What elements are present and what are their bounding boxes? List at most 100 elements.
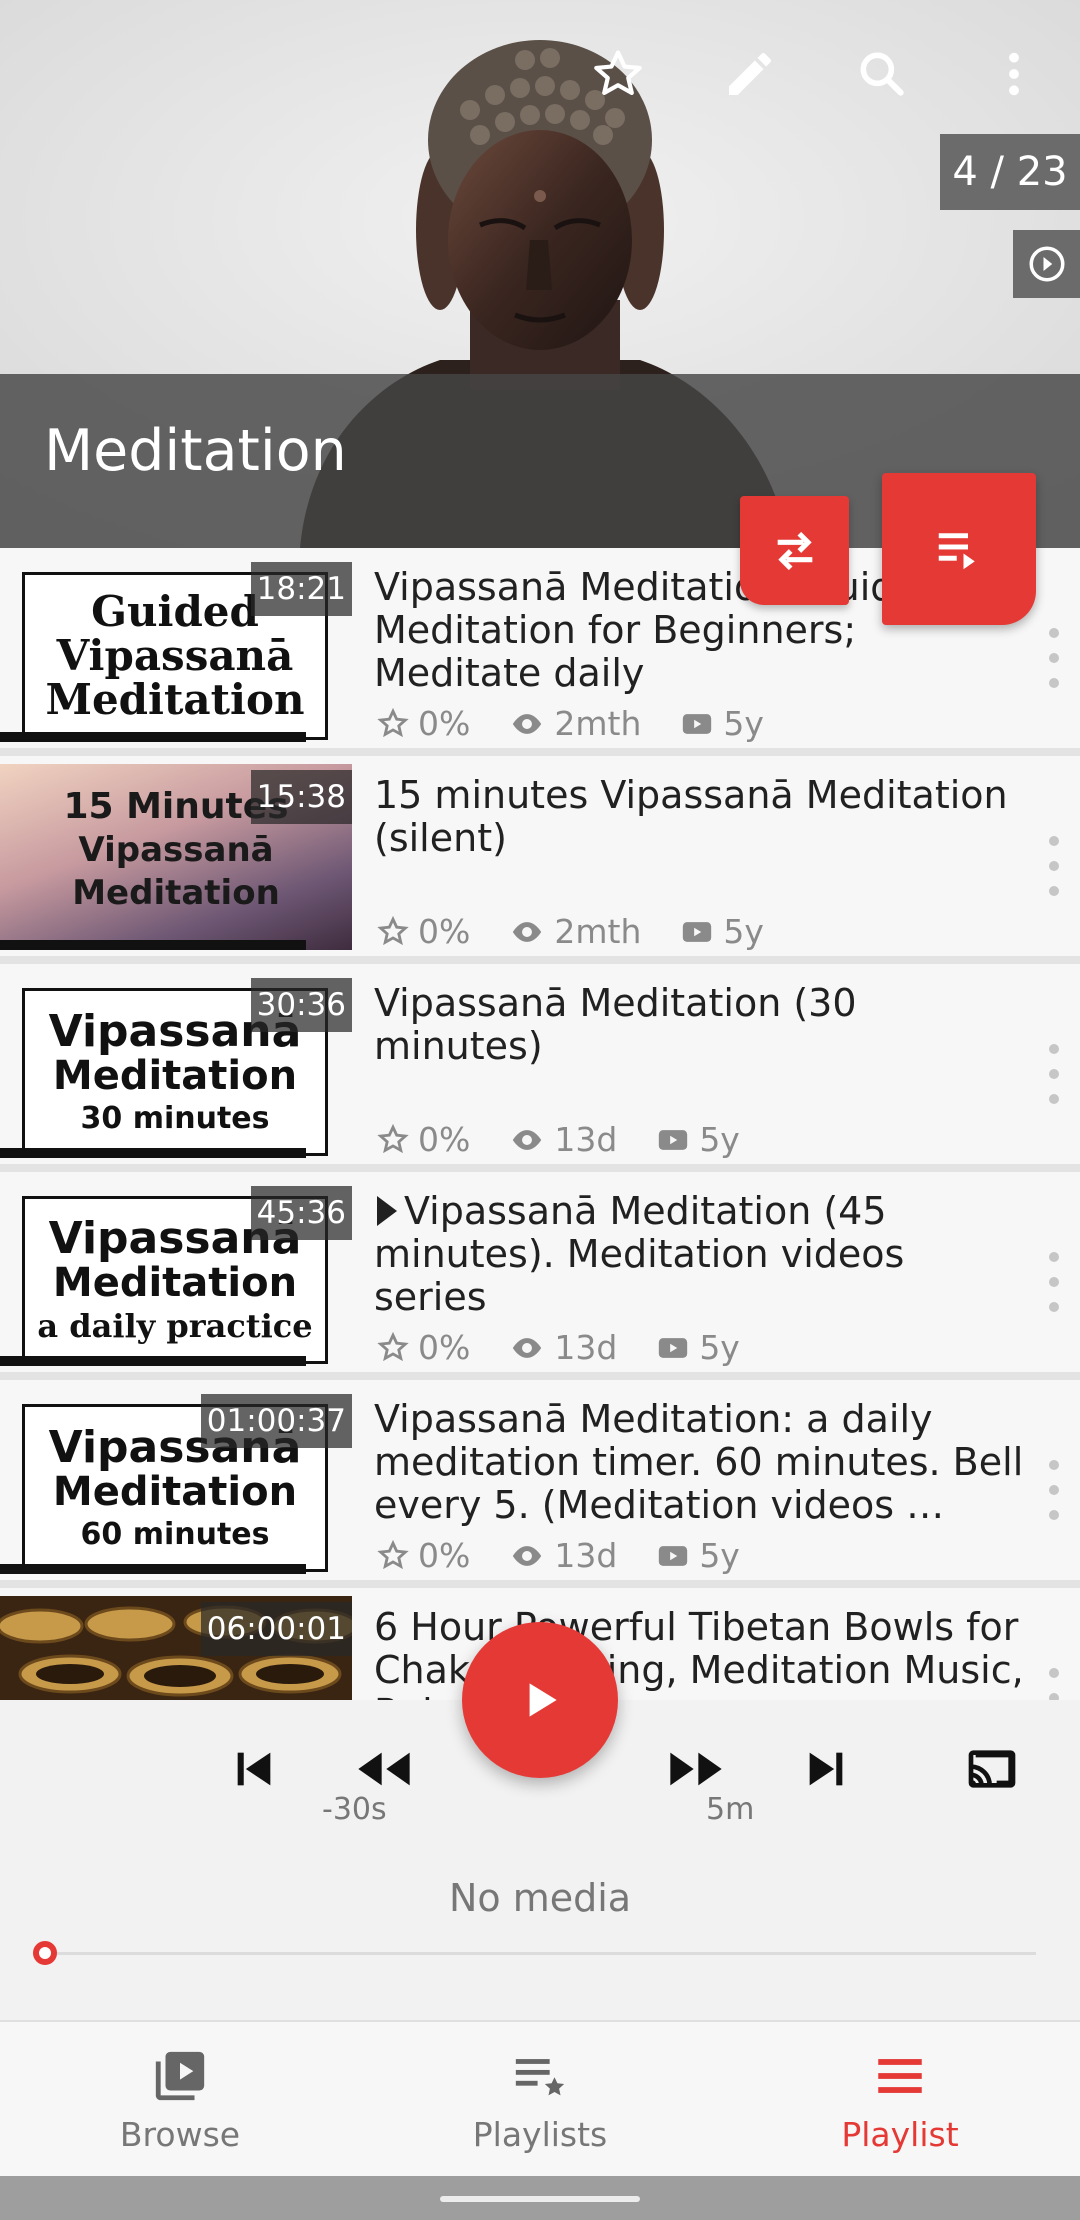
player-status: No media (448, 1876, 632, 1920)
youtube-icon (659, 1129, 688, 1150)
video-meta: 0% 13d 5y (376, 1328, 740, 1367)
cast-icon (968, 1750, 1016, 1788)
duration-badge: 18:21 (250, 562, 352, 616)
thumb-text: 30 minutes (80, 1101, 270, 1137)
fast-forward-icon (670, 1752, 722, 1786)
list-item[interactable]: Vipassanā Meditation 60 minutes 01:00:37… (0, 1380, 1080, 1580)
uploaded-text: 5y (699, 1536, 740, 1575)
video-thumbnail[interactable]: 06:00:01 (0, 1596, 352, 1700)
uploaded-text: 5y (723, 704, 764, 743)
playlist-play-button[interactable] (882, 473, 1036, 625)
video-title: Vipassanā Meditation (45 minutes). Medit… (374, 1190, 1024, 1319)
nav-playlists-label: Playlists (472, 2114, 608, 2154)
duration-badge: 15:38 (250, 770, 352, 824)
video-meta: 0% 2mth 5y (376, 704, 764, 743)
thumb-text: 60 minutes (80, 1517, 270, 1553)
item-more-icon[interactable] (1042, 628, 1066, 688)
video-meta: 0% 13d 5y (376, 1120, 740, 1159)
video-thumbnail[interactable]: 15 Minutes Vipassanā Meditation 15:38 (0, 764, 352, 950)
video-thumbnail[interactable]: Vipassanā Meditation 60 minutes 01:00:37 (0, 1388, 352, 1574)
list-item[interactable]: 15 Minutes Vipassanā Meditation 15:38 15… (0, 756, 1080, 956)
youtube-icon (659, 1337, 688, 1358)
thumb-text: Vipassanā (78, 830, 274, 870)
youtube-icon (683, 921, 712, 942)
star-outline-icon (377, 1123, 409, 1153)
nav-playlists[interactable]: Playlists (360, 2022, 720, 2178)
progress-text: 0% (418, 704, 471, 743)
thumb-text: Guided (91, 586, 259, 636)
rewind-label: -30s (322, 1792, 387, 1827)
watched-text: 2mth (554, 704, 642, 743)
list-item[interactable]: Vipassanā Meditation 30 minutes 30:36 Vi… (0, 964, 1080, 1164)
seek-handle[interactable] (33, 1941, 57, 1965)
eye-icon (513, 1545, 542, 1566)
eye-icon (513, 921, 542, 942)
more-vert-icon[interactable] (980, 40, 1048, 108)
list-item[interactable]: Vipassanā Meditation a daily practice 45… (0, 1172, 1080, 1372)
star-outline-icon (377, 1331, 409, 1361)
uploaded-text: 5y (699, 1120, 740, 1159)
watched-text: 13d (554, 1328, 618, 1367)
seek-bar[interactable] (44, 1952, 1036, 1955)
video-list[interactable]: Guided Vipassanā Meditation 18:21 Vipass… (0, 548, 1080, 1700)
search-icon[interactable] (848, 40, 916, 108)
playlist-play-icon (938, 533, 975, 570)
youtube-icon (683, 713, 712, 734)
progress-text: 0% (418, 1328, 471, 1367)
shuffle-icon (777, 531, 812, 570)
nav-playlist[interactable]: Playlist (720, 2022, 1080, 2178)
sleep-timer-icon[interactable] (1013, 230, 1080, 298)
watched-text: 13d (554, 1536, 618, 1575)
progress-text: 0% (418, 1120, 471, 1159)
thumb-text: Meditation (52, 1260, 298, 1307)
item-more-icon[interactable] (1042, 1252, 1066, 1312)
video-title: Vipassanā Meditation (30 minutes) (374, 982, 857, 1068)
skip-previous-button[interactable] (214, 1734, 294, 1804)
video-meta: 0% 13d 5y (376, 1536, 740, 1575)
nav-browse-label: Browse (119, 2114, 241, 2154)
video-meta: 0% 2mth 5y (376, 912, 764, 951)
favorite-star-icon[interactable] (584, 40, 652, 108)
progress-text: 0% (418, 1536, 471, 1575)
thumb-text: Meditation (52, 1469, 298, 1516)
star-outline-icon (377, 707, 409, 737)
skip-next-icon (809, 1752, 843, 1786)
thumb-text: Vipassanā (56, 630, 294, 680)
home-gesture-handle[interactable] (440, 2196, 640, 2202)
video-thumbnail[interactable]: Vipassanā Meditation 30 minutes 30:36 (0, 972, 352, 1158)
video-title: Vipassanā Meditation: a daily meditation… (374, 1398, 1024, 1527)
youtube-icon (659, 1545, 688, 1566)
skip-previous-icon (237, 1752, 271, 1786)
video-thumbnail[interactable]: Vipassanā Meditation a daily practice 45… (0, 1180, 352, 1366)
now-playing-icon (377, 1196, 397, 1226)
star-outline-icon (377, 915, 409, 945)
duration-badge: 45:36 (250, 1186, 352, 1240)
thumb-text: Meditation (45, 675, 305, 725)
thumb-text: Meditation (52, 1053, 298, 1100)
page-title: Meditation (44, 418, 347, 484)
bottom-navigation: Browse Playlists Playlist (0, 2020, 1080, 2176)
duration-badge: 30:36 (250, 978, 352, 1032)
item-more-icon[interactable] (1042, 1044, 1066, 1104)
skip-next-button[interactable] (786, 1734, 866, 1804)
forward-label: 5m (706, 1792, 755, 1827)
eye-icon (513, 713, 542, 734)
eye-icon (513, 1337, 542, 1358)
play-button[interactable] (462, 1622, 618, 1778)
uploaded-text: 5y (723, 912, 764, 951)
video-thumbnail[interactable]: Guided Vipassanā Meditation 18:21 (0, 556, 352, 742)
thumb-text: Meditation (72, 872, 280, 913)
item-more-icon[interactable] (1042, 836, 1066, 896)
nav-browse[interactable]: Browse (0, 2022, 360, 2178)
item-more-icon[interactable] (1042, 1460, 1066, 1520)
cast-button[interactable] (952, 1734, 1032, 1804)
play-icon (529, 1683, 557, 1717)
item-more-icon[interactable] (1042, 1668, 1066, 1700)
nav-playlist-label: Playlist (841, 2114, 959, 2154)
edit-pencil-icon[interactable] (716, 40, 784, 108)
duration-badge: 06:00:01 (200, 1602, 352, 1656)
playlist-header: 4 / 23 Meditation (0, 0, 1080, 548)
shuffle-button[interactable] (740, 496, 849, 605)
uploaded-text: 5y (699, 1328, 740, 1367)
rewind-icon (358, 1752, 410, 1786)
